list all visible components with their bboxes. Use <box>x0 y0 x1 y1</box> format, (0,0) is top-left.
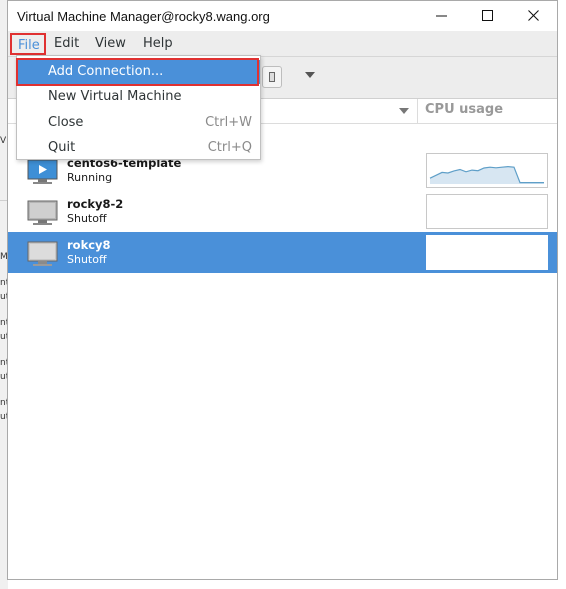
shutdown-menu-arrow-icon[interactable] <box>305 72 315 78</box>
menu-item-close[interactable]: Close Ctrl+W <box>17 111 260 135</box>
cpu-usage-graph <box>426 235 548 270</box>
cpu-usage-graph <box>426 194 548 229</box>
minimize-button[interactable] <box>419 1 465 31</box>
vm-name: rocky8-2 <box>67 197 124 211</box>
column-divider <box>417 99 418 123</box>
menu-item-accelerator: Ctrl+W <box>205 115 252 130</box>
menu-item-new-virtual-machine[interactable]: New Virtual Machine <box>17 85 260 109</box>
file-menu-dropdown: Add Connection... New Virtual Machine Cl… <box>16 55 261 160</box>
minimize-icon <box>436 15 447 17</box>
menu-edit[interactable]: Edit <box>54 36 79 51</box>
menu-help[interactable]: Help <box>143 36 173 51</box>
close-icon <box>528 10 539 21</box>
maximize-icon <box>482 10 493 21</box>
vm-row[interactable]: rocky8-2 Shutoff <box>8 191 557 232</box>
vm-row-selected[interactable]: rokcy8 Shutoff <box>8 232 557 273</box>
sort-arrow-icon[interactable] <box>399 108 409 114</box>
menu-item-accelerator: Ctrl+Q <box>207 140 252 155</box>
cpu-graph-svg <box>429 165 544 184</box>
vm-status: Running <box>67 171 113 184</box>
cpu-usage-header[interactable]: CPU usage <box>425 102 503 117</box>
virt-manager-window: Virtual Machine Manager@rocky8.wang.org … <box>7 0 558 580</box>
vm-status: Shutoff <box>67 253 107 266</box>
cpu-graph-area <box>430 166 544 184</box>
stop-icon <box>269 72 275 82</box>
window-title: Virtual Machine Manager@rocky8.wang.org <box>17 9 270 24</box>
vm-shutoff-icon <box>27 241 58 266</box>
vm-shutoff-icon <box>27 200 58 225</box>
menu-view[interactable]: View <box>95 36 126 51</box>
vm-status: Shutoff <box>67 212 107 225</box>
shutdown-button[interactable] <box>262 66 282 88</box>
menu-item-quit[interactable]: Quit Ctrl+Q <box>17 136 260 160</box>
vm-name: rokcy8 <box>67 238 111 252</box>
menu-file[interactable]: File <box>10 33 46 55</box>
annotation-highlight <box>16 58 259 86</box>
title-bar[interactable]: Virtual Machine Manager@rocky8.wang.org <box>8 1 557 31</box>
menu-item-label: Quit <box>48 140 76 155</box>
menu-bar: File Edit View Help <box>8 31 557 57</box>
vm-running-icon <box>27 159 58 184</box>
menu-item-label: New Virtual Machine <box>48 89 182 104</box>
cpu-usage-graph <box>426 153 548 188</box>
menu-item-label: Close <box>48 115 84 130</box>
maximize-button[interactable] <box>465 1 511 31</box>
menu-file-label: File <box>18 38 40 53</box>
close-window-button[interactable] <box>511 1 557 31</box>
